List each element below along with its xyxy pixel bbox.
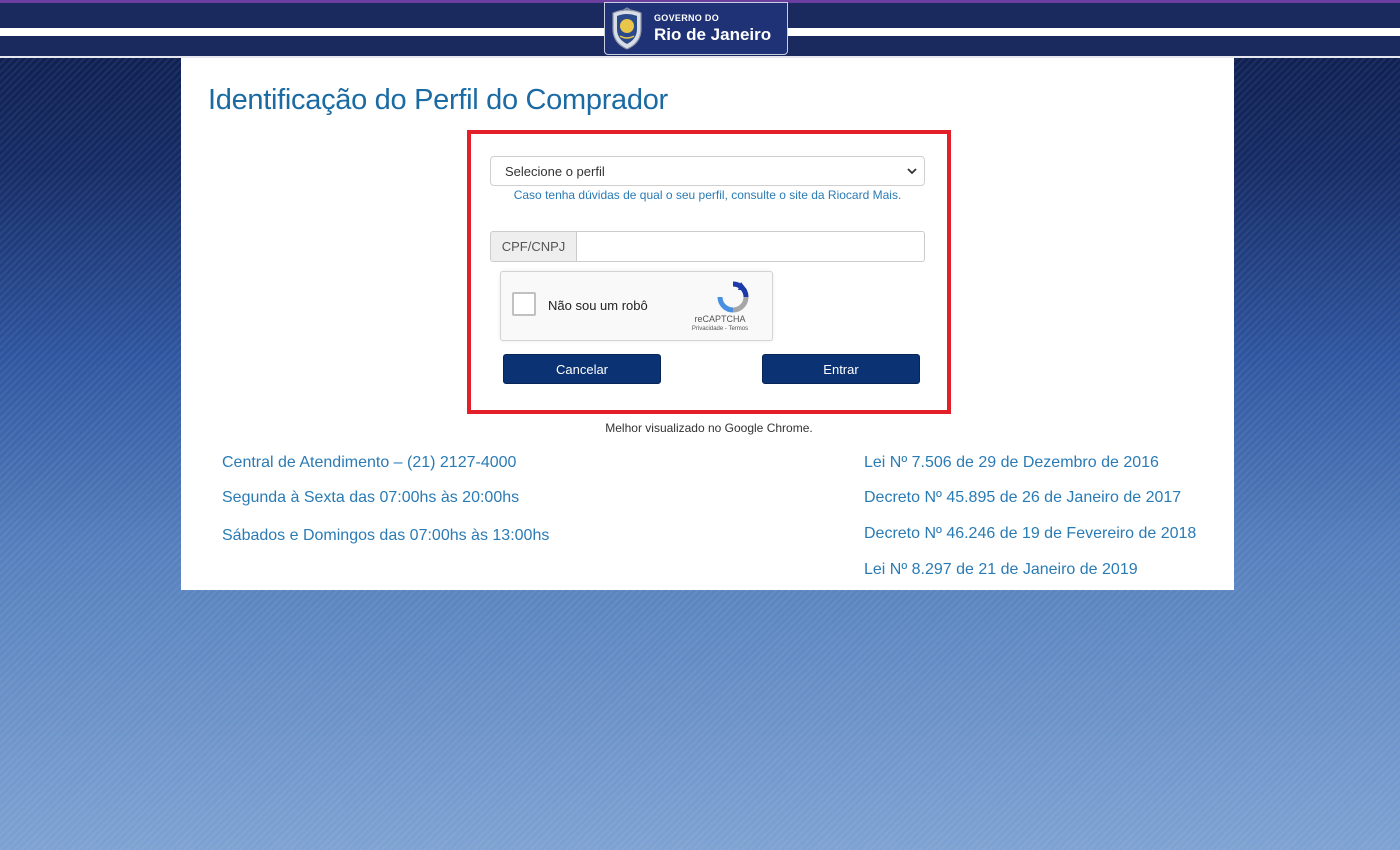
logo-subtitle: GOVERNO DO — [654, 13, 720, 23]
law-link[interactable]: Decreto Nº 46.246 de 19 de Fevereiro de … — [864, 525, 1196, 543]
profile-select[interactable]: Selecione o perfil — [490, 156, 925, 186]
cpf-input[interactable] — [577, 231, 925, 262]
main-panel: Identificação do Perfil do Comprador Sel… — [181, 58, 1234, 590]
recaptcha-widget: Não sou um robô reCAPTCHA Privacidade - … — [500, 271, 773, 341]
recaptcha-icon — [716, 281, 750, 313]
government-logo[interactable]: GOVERNO DO Rio de Janeiro — [604, 2, 788, 55]
cpf-label: CPF/CNPJ — [490, 231, 577, 262]
recaptcha-links[interactable]: Privacidade - Termos — [680, 326, 760, 332]
top-header: GOVERNO DO Rio de Janeiro — [0, 0, 1400, 58]
login-form-box: Selecione o perfil Caso tenha dúvidas de… — [467, 130, 951, 414]
law-link[interactable]: Decreto Nº 45.895 de 26 de Janeiro de 20… — [864, 489, 1181, 507]
logo-text: GOVERNO DO Rio de Janeiro — [654, 13, 772, 44]
law-link[interactable]: Lei Nº 8.297 de 21 de Janeiro de 2019 — [864, 561, 1138, 579]
contact-phone: Central de Atendimento – (21) 2127-4000 — [222, 454, 517, 471]
recaptcha-brand: reCAPTCHA — [694, 314, 746, 324]
recaptcha-checkbox[interactable] — [512, 292, 536, 316]
profile-select-value: Selecione o perfil — [505, 163, 605, 179]
page-title: Identificação do Perfil do Comprador — [208, 84, 668, 116]
contact-weekday-hours: Segunda à Sexta das 07:00hs às 20:00hs — [222, 489, 520, 506]
browser-recommendation: Melhor visualizado no Google Chrome. — [605, 421, 813, 435]
chevron-down-icon — [906, 165, 918, 180]
enter-button[interactable]: Entrar — [762, 354, 920, 384]
cancel-button[interactable]: Cancelar — [503, 354, 661, 384]
recaptcha-label: Não sou um robô — [548, 298, 648, 313]
law-link[interactable]: Lei Nº 7.506 de 29 de Dezembro de 2016 — [864, 454, 1159, 472]
logo-title: Rio de Janeiro — [654, 25, 772, 44]
contact-weekend-hours: Sábados e Domingos das 07:00hs às 13:00h… — [222, 527, 550, 544]
cpf-input-group: CPF/CNPJ — [490, 231, 925, 262]
coat-of-arms-icon — [608, 6, 646, 52]
profile-help-link[interactable]: Caso tenha dúvidas de qual o seu perfil,… — [490, 188, 925, 202]
